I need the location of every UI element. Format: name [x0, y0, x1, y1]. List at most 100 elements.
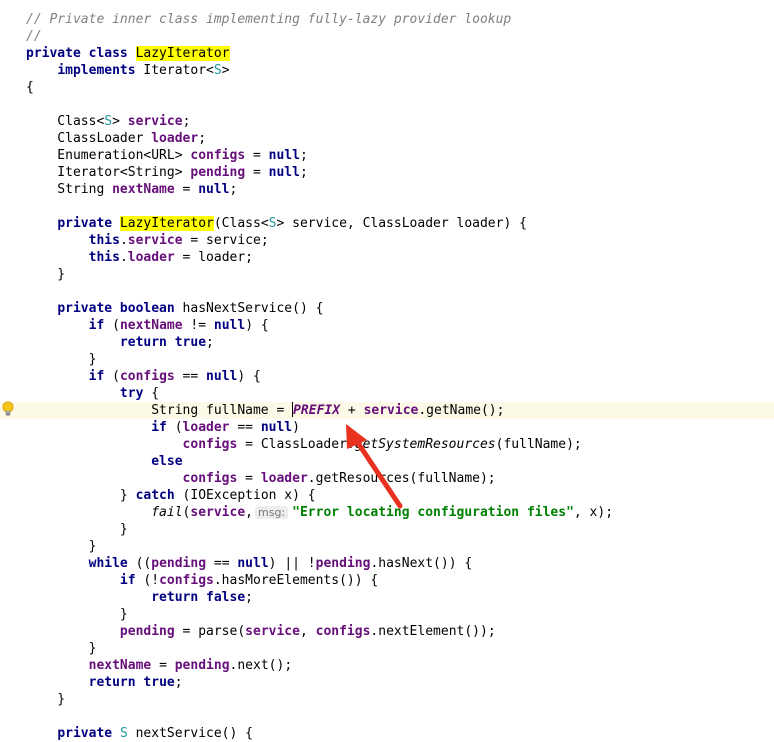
code-line[interactable]: String nextName = null; — [0, 181, 774, 198]
code-token: nextService() { — [127, 726, 253, 741]
code-line[interactable]: pending = parse(service, configs.nextEle… — [0, 623, 774, 640]
code-line[interactable]: // — [0, 28, 774, 45]
code-line[interactable]: Iterator<String> pending = null; — [0, 164, 774, 181]
code-line[interactable]: implements Iterator<S> — [0, 62, 774, 79]
code-line[interactable]: { — [0, 79, 774, 96]
code-token: if — [88, 318, 113, 333]
code-line-text: configs = ClassLoader.getSystemResources… — [26, 436, 582, 453]
code-token: pending — [315, 556, 371, 571]
code-line-text: return false; — [26, 589, 253, 606]
code-token: (Class< — [213, 216, 269, 231]
code-line[interactable]: if (!configs.hasMoreElements()) { — [0, 572, 774, 589]
code-token: // — [26, 29, 42, 44]
code-line[interactable] — [0, 96, 774, 113]
code-line[interactable]: return false; — [0, 589, 774, 606]
code-token: ; — [299, 148, 308, 163]
code-line[interactable]: // Private inner class implementing full… — [0, 11, 774, 28]
code-line[interactable]: private LazyIterator(Class<S> service, C… — [0, 215, 774, 232]
code-token: LazyIterator — [119, 216, 214, 231]
code-line[interactable]: while ((pending == null) || !pending.has… — [0, 555, 774, 572]
code-line-text: } catch (IOException x) { — [26, 487, 316, 504]
code-token: = — [245, 165, 269, 180]
code-line-text: Iterator<String> pending = null; — [26, 164, 308, 181]
code-line[interactable]: this.loader = loader; — [0, 249, 774, 266]
code-line[interactable]: return true; — [0, 334, 774, 351]
code-line[interactable]: Class<S> service; — [0, 113, 774, 130]
code-token: { — [151, 386, 160, 401]
code-line-text: } — [26, 351, 97, 368]
code-token: private — [57, 216, 120, 231]
code-line[interactable]: } catch (IOException x) { — [0, 487, 774, 504]
code-line[interactable]: } — [0, 521, 774, 538]
code-line[interactable] — [0, 283, 774, 300]
code-token: service — [127, 114, 183, 129]
lightbulb-icon[interactable] — [2, 401, 14, 417]
code-line[interactable]: if (nextName != null) { — [0, 317, 774, 334]
code-token: Enumeration<URL> — [26, 148, 191, 163]
code-line[interactable]: private class LazyIterator — [0, 45, 774, 62]
code-line[interactable]: if (loader == null) — [0, 419, 774, 436]
code-line[interactable]: else — [0, 453, 774, 470]
code-token: ) { — [245, 318, 269, 333]
code-line-text: String fullName = PREFIX + service.getNa… — [26, 402, 504, 419]
code-token: loader — [151, 131, 199, 146]
code-token: null — [198, 182, 230, 197]
code-line[interactable]: } — [0, 640, 774, 657]
code-line[interactable] — [0, 708, 774, 725]
code-line[interactable] — [0, 198, 774, 215]
code-line[interactable]: } — [0, 266, 774, 283]
code-token: == — [229, 420, 261, 435]
code-line[interactable]: try { — [0, 385, 774, 402]
code-line[interactable]: private S nextService() { — [0, 725, 774, 742]
code-line-text: } — [26, 266, 65, 283]
code-token: , x); — [573, 505, 614, 520]
code-line[interactable]: configs = ClassLoader.getSystemResources… — [0, 436, 774, 453]
code-line[interactable]: } — [0, 606, 774, 623]
code-line[interactable]: private boolean hasNextService() { — [0, 300, 774, 317]
code-line[interactable]: nextName = pending.next(); — [0, 657, 774, 674]
code-token: if — [88, 369, 113, 384]
code-token: return true — [88, 675, 175, 690]
code-token: , — [299, 624, 316, 639]
code-line-text: private LazyIterator(Class<S> service, C… — [26, 215, 527, 232]
code-token: service — [127, 233, 183, 248]
code-line-text: if (!configs.hasMoreElements()) { — [26, 572, 378, 589]
code-token: Iterator<String> — [26, 165, 191, 180]
code-token: Class< — [26, 114, 105, 129]
code-line-text: String nextName = null; — [26, 181, 237, 198]
code-token: { — [26, 80, 34, 95]
code-line[interactable]: } — [0, 691, 774, 708]
code-token: } — [26, 641, 97, 656]
code-token: .nextElement()); — [370, 624, 496, 639]
code-line[interactable]: configs = loader.getResources(fullName); — [0, 470, 774, 487]
code-line[interactable]: if (configs == null) { — [0, 368, 774, 385]
code-token: loader — [127, 250, 175, 265]
code-line[interactable]: fail(service, msg: "Error locating configu… — [0, 504, 774, 521]
code-line-text: } — [26, 538, 97, 555]
code-token: == — [174, 369, 207, 384]
code-line[interactable]: this.service = service; — [0, 232, 774, 249]
code-editor[interactable]: // Private inner class implementing full… — [0, 0, 774, 741]
code-token: configs — [190, 148, 246, 163]
code-line[interactable]: } — [0, 351, 774, 368]
code-line-text: } — [26, 521, 128, 538]
code-token: ) — [292, 420, 300, 435]
code-token: == — [206, 556, 238, 571]
code-token: , — [245, 505, 253, 520]
code-line[interactable]: } — [0, 538, 774, 555]
code-token: null — [260, 420, 293, 435]
code-line[interactable]: Enumeration<URL> configs = null; — [0, 147, 774, 164]
code-line[interactable]: ClassLoader loader; — [0, 130, 774, 147]
code-token: .hasMoreElements()) { — [213, 573, 379, 588]
code-line[interactable]: return true; — [0, 674, 774, 691]
code-line[interactable]: String fullName = PREFIX + service.getNa… — [0, 402, 774, 419]
